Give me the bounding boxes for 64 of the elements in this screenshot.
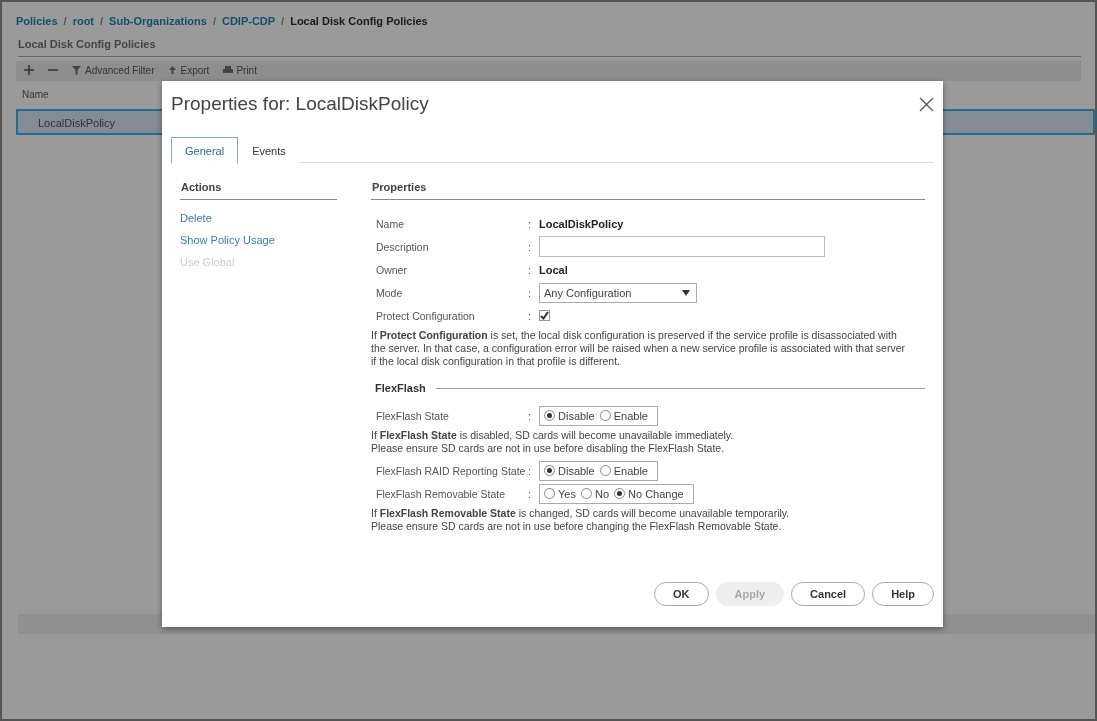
toolbar-button[interactable]: Print (223, 64, 257, 76)
field-label: Owner (376, 263, 408, 276)
field-value: Local (539, 263, 568, 276)
field-label: Mode (376, 286, 404, 299)
radio-button[interactable] (544, 410, 555, 421)
column-header: Name (21, 88, 50, 102)
breadcrumb-item: Local Disk Config Policies (290, 15, 428, 27)
help-text: If FlexFlash State is disabled, SD cards will become unavailable immediately. Please ensure SD cards are not in use before disabling the FlexFlash State. (371, 429, 735, 455)
radio-label[interactable]: No (594, 487, 609, 500)
page-title: Local Disk Config Policies (18, 38, 1081, 57)
mode-dropdown[interactable]: Any Configuration (539, 282, 697, 303)
add-icon[interactable] (24, 65, 34, 75)
section-title: Actions (180, 181, 337, 200)
dialog-title: Properties for: LocalDiskPolicy (171, 93, 429, 115)
breadcrumb-separator: / (281, 15, 285, 27)
radio-button[interactable] (544, 465, 555, 476)
radio-label[interactable]: Disable (558, 409, 595, 422)
field-label: FlexFlash Removable State (376, 487, 506, 500)
colon: : (528, 487, 533, 500)
colon: : (528, 409, 533, 422)
field-label: FlexFlash State (376, 409, 450, 422)
field-label: Protect Configuration (376, 309, 476, 322)
breadcrumb-separator: / (100, 15, 104, 27)
action-link[interactable]: Show Policy Usage (180, 234, 337, 246)
filter-icon (72, 65, 82, 75)
description-field[interactable] (539, 236, 825, 257)
radio-label[interactable]: Disable (558, 464, 595, 477)
colon: : (528, 309, 533, 322)
colon: : (528, 240, 533, 253)
toolbar-button[interactable]: Advanced Filter (72, 64, 155, 76)
field-label: Name (376, 217, 405, 230)
checkbox[interactable] (539, 310, 550, 321)
dialog-button[interactable]: Cancel (791, 582, 866, 606)
radio-label[interactable]: Yes (558, 487, 576, 500)
breadcrumb-separator: / (212, 15, 216, 27)
dialog-button[interactable]: OK (654, 582, 709, 606)
field-value: LocalDiskPolicy (539, 217, 624, 230)
section-title: FlexFlash (375, 382, 426, 394)
radio-button[interactable] (599, 410, 611, 421)
close-button[interactable] (919, 96, 934, 112)
radio-label[interactable]: Enable (613, 409, 648, 422)
colon: : (528, 263, 533, 276)
radio-button[interactable] (544, 488, 555, 499)
section-title: Properties (371, 181, 925, 200)
help-text: If Protect Configuration is set, the local disk configuration is preserved if the service profile is disassociated with the server. In that case, a configuration error will be raised when a new service profile is associated with that server if the local disk configuration in that profile is different. (371, 329, 906, 368)
breadcrumb-separator: / (63, 15, 67, 27)
radio-label[interactable]: No Change (628, 487, 684, 500)
action-link[interactable]: Delete (180, 212, 337, 224)
dialog-button[interactable]: Help (872, 582, 934, 606)
toolbar-button[interactable]: Export (168, 64, 210, 76)
radio-button[interactable] (580, 488, 592, 499)
upload-icon (168, 65, 178, 75)
colon: : (528, 217, 533, 230)
radio-button[interactable] (614, 488, 625, 499)
tab[interactable]: General (171, 137, 239, 164)
printer-icon (223, 65, 234, 75)
radio-label[interactable]: Enable (613, 464, 648, 477)
field-label: Description (376, 240, 430, 253)
field-label: FlexFlash RAID Reporting State (376, 464, 527, 477)
caret-icon (682, 289, 690, 296)
colon: : (528, 464, 533, 477)
colon: : (528, 286, 533, 299)
radio-button[interactable] (599, 465, 611, 476)
help-text: If FlexFlash Removable State is changed, SD cards will become unavailable temporarily. Please ensure SD cards are not in use before changing the FlexFlash Removable State. (371, 507, 791, 533)
